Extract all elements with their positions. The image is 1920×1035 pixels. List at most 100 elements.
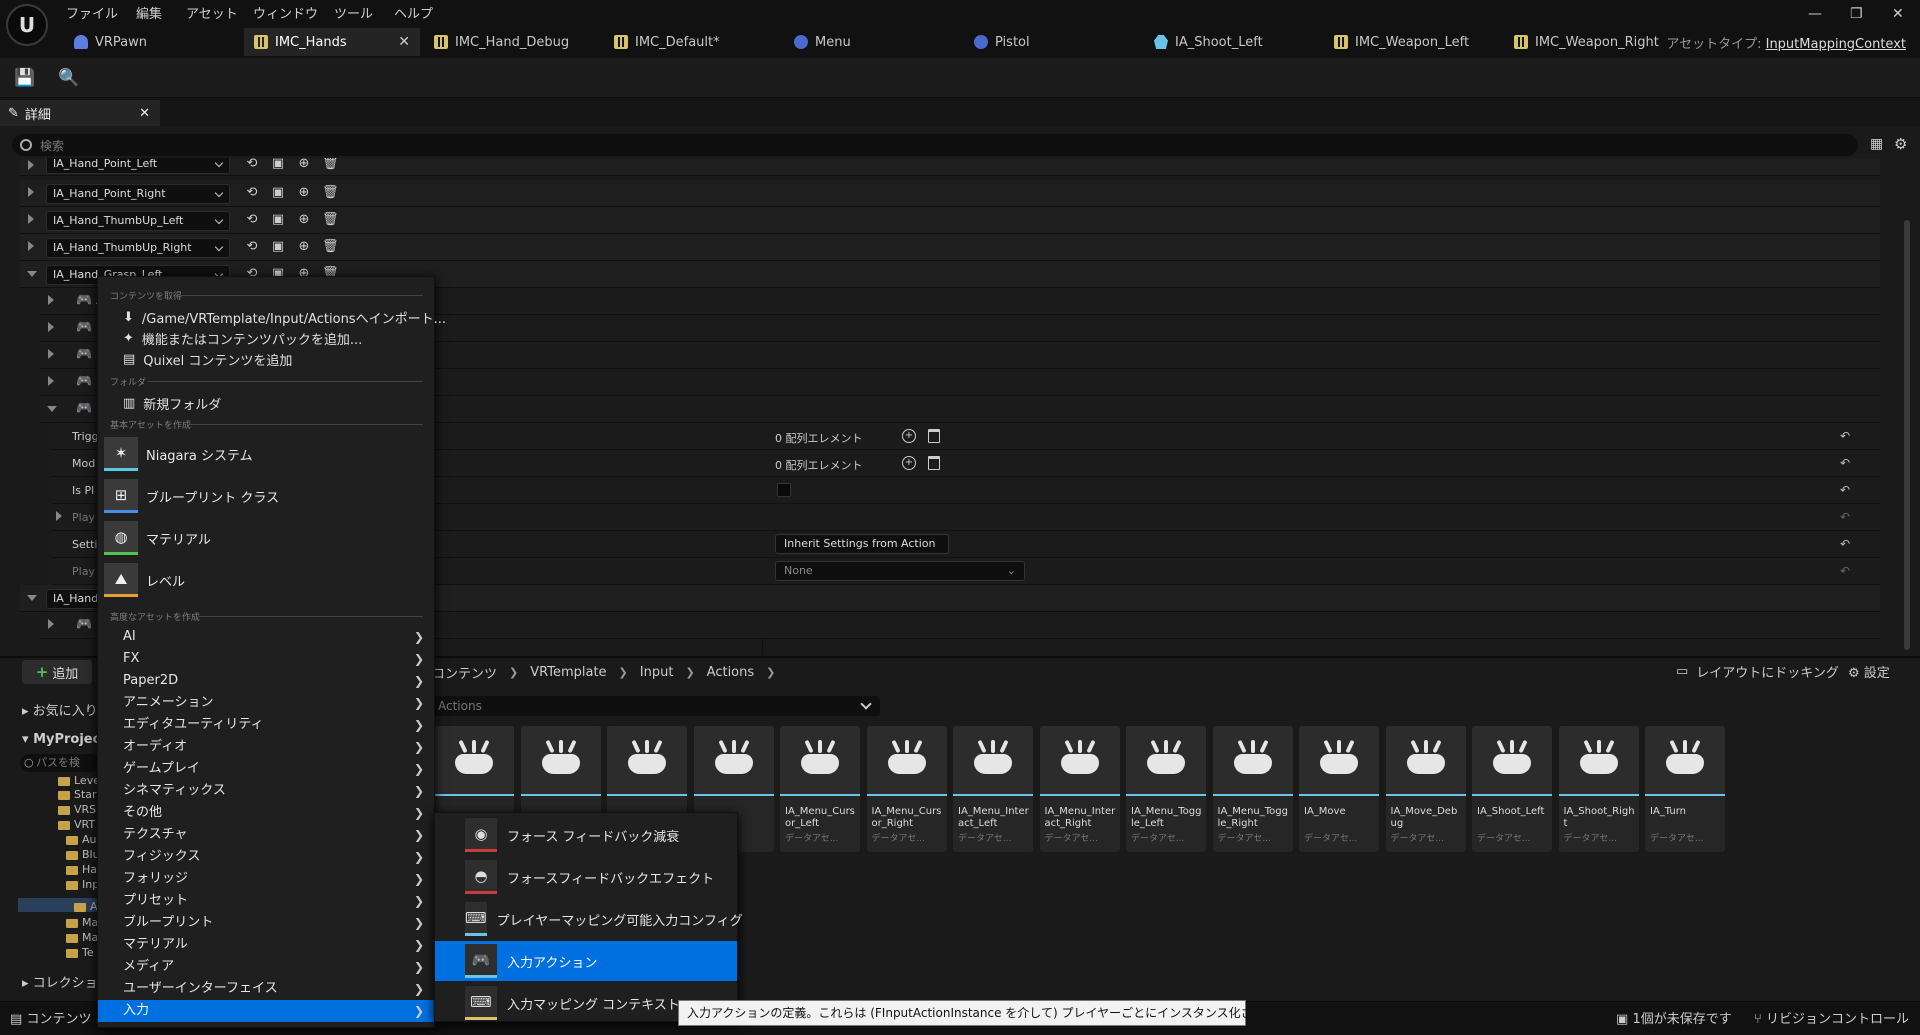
revision-control-button[interactable]: ⑂ リビジョンコントロール [1754, 1008, 1909, 1027]
add-button[interactable]: + 追加 [22, 660, 92, 684]
tab-imc-weapon-right[interactable]: IMC_Weapon_Right [1504, 28, 1680, 56]
player-mappable-config-item[interactable]: ⌨ プレイヤーマッピング可能入力コンフィグ [435, 899, 743, 939]
force-feedback-attenuation-item[interactable]: ◉ フォース フィードバック減衰 [435, 815, 737, 855]
delete-icon[interactable]: 🗑 [322, 185, 339, 200]
browse-asset-icon[interactable]: ▣ [270, 185, 286, 200]
browse-asset-icon[interactable]: ▣ [270, 239, 286, 254]
browse-asset-icon[interactable]: ▣ [270, 158, 286, 171]
menu-tools[interactable]: ツール [334, 3, 373, 22]
level-item[interactable]: ⛰ レベル [104, 561, 185, 599]
expand-icon[interactable] [56, 511, 62, 521]
menu-window[interactable]: ウィンドウ [253, 3, 318, 22]
reset-to-default-icon[interactable]: ↶ [1840, 483, 1850, 497]
category-item[interactable]: AI ❯ [98, 626, 434, 648]
expand-icon[interactable] [48, 349, 54, 359]
add-icon[interactable]: ⊕ [296, 239, 312, 254]
table-view-icon[interactable]: ▦ [1870, 136, 1883, 152]
expand-icon[interactable] [48, 322, 54, 332]
settings-button[interactable]: ⚙ 設定 [1848, 662, 1890, 681]
tree-folder[interactable]: Star [58, 788, 97, 801]
mapping-row[interactable]: IA_Hand_ThumbUp_Left ⟲ ▣ ⊕ 🗑 [20, 207, 1880, 234]
category-item[interactable]: FX ❯ [98, 648, 434, 670]
asset-tile[interactable]: IA_Menu_Toggle_Right データアセ... [1212, 726, 1293, 852]
asset-tile[interactable]: IA_Menu_Cursor_Right データアセ... [866, 726, 947, 852]
tree-folder[interactable]: Ha [66, 863, 97, 876]
quixel-item[interactable]: ▤ Quixel コンテンツを追加 [123, 350, 292, 369]
chevron-right-icon[interactable]: ❯ [685, 666, 694, 679]
delete-icon[interactable]: 🗑 [322, 239, 339, 254]
category-item[interactable]: シネマティックス ❯ [98, 780, 434, 802]
tree-folder[interactable]: Ma [66, 916, 98, 929]
category-item[interactable]: フォリッジ ❯ [98, 868, 434, 890]
chevron-right-icon[interactable]: ❯ [619, 666, 628, 679]
browse-icon[interactable]: 🔍 [57, 66, 81, 90]
category-item[interactable]: フィジックス ❯ [98, 846, 434, 868]
asset-tile[interactable]: IA_Menu_Toggle_Left データアセ... [1126, 726, 1206, 852]
tree-folder[interactable]: VRS [58, 803, 96, 816]
close-icon[interactable]: ✕ [139, 106, 150, 121]
category-item[interactable]: テクスチャ ❯ [98, 824, 434, 846]
tree-folder[interactable]: Au [66, 833, 97, 846]
path-search-input[interactable]: ○ パスを検 [20, 754, 100, 772]
category-item[interactable]: Paper2D ❯ [98, 670, 434, 692]
tree-folder[interactable]: Blu [66, 848, 100, 861]
gear-icon[interactable]: ⚙ [1894, 135, 1907, 153]
category-item[interactable]: エディタユーティリティ ❯ [98, 714, 434, 736]
minimize-icon[interactable]: — [1808, 6, 1822, 22]
chevron-right-icon[interactable]: ❯ [509, 666, 518, 679]
menu-edit[interactable]: 編集 [136, 3, 162, 22]
category-item[interactable]: ゲームプレイ ❯ [98, 758, 434, 780]
breadcrumb-item[interactable]: Actions [707, 665, 755, 680]
tab-imc-hands[interactable]: IMC_Hands ✕ [244, 28, 420, 56]
expand-icon[interactable] [48, 619, 54, 629]
reset-to-default-icon[interactable]: ↶ [1840, 537, 1850, 551]
category-item[interactable]: メディア ❯ [98, 956, 434, 978]
save-icon[interactable]: 💾 [13, 66, 37, 90]
material-item[interactable]: ◍ マテリアル [104, 519, 211, 557]
tab-menu[interactable]: Menu [784, 28, 960, 56]
tab-ia-shoot-left[interactable]: IA_Shoot_Left [1144, 28, 1320, 56]
category-item[interactable]: ブループリント ❯ [98, 912, 434, 934]
delete-icon[interactable] [928, 429, 940, 443]
delete-icon[interactable]: 🗑 [322, 158, 339, 171]
expand-icon[interactable] [28, 187, 34, 197]
expand-icon[interactable] [28, 160, 34, 170]
action-combo[interactable]: IA_Hand_ThumbUp_Left [46, 211, 230, 231]
menu-help[interactable]: ヘルプ [394, 3, 433, 22]
mapping-row[interactable]: IA_Hand_Point_Right ⟲ ▣ ⊕ 🗑 [20, 180, 1880, 207]
add-icon[interactable]: ⊕ [296, 158, 312, 171]
new-folder-item[interactable]: ▥ 新規フォルダ [123, 394, 221, 413]
asset-tile[interactable]: IA_Move データアセ... [1299, 726, 1379, 852]
tab-vrpawn[interactable]: VRPawn [64, 28, 244, 56]
add-feature-pack-item[interactable]: ✦ 機能またはコンテンツパックを追加... [123, 329, 362, 348]
asset-tile[interactable]: IA_Menu_Cursor_Left データアセ... [780, 726, 860, 852]
blueprint-class-item[interactable]: ⊞ ブループリント クラス [104, 477, 279, 515]
asset-type-link[interactable]: InputMappingContext [1766, 37, 1906, 52]
player-mappable-checkbox[interactable] [777, 483, 791, 497]
menu-asset[interactable]: アセット [186, 3, 238, 22]
breadcrumb-item[interactable]: コンテンツ [432, 663, 497, 682]
reset-to-default-icon[interactable]: ↶ [1840, 456, 1850, 470]
setting-behavior-combo[interactable]: Inherit Settings from Action ⌄ [775, 534, 949, 568]
browse-asset-icon[interactable]: ▣ [270, 212, 286, 227]
category-item[interactable]: オーディオ ❯ [98, 736, 434, 758]
restore-icon[interactable]: ❐ [1850, 6, 1863, 22]
category-item[interactable]: マテリアル ❯ [98, 934, 434, 956]
collapse-icon[interactable] [27, 595, 37, 601]
add-element-icon[interactable]: + [902, 429, 916, 443]
dock-in-layout-button[interactable]: ▭ レイアウトにドッキング [1676, 662, 1839, 681]
asset-tile[interactable]: IA_Shoot_Right データアセ... [1558, 726, 1639, 852]
tab-pistol[interactable]: Pistol [964, 28, 1140, 56]
expand-icon[interactable] [48, 376, 54, 386]
category-item[interactable]: プリセット ❯ [98, 890, 434, 912]
add-element-icon[interactable]: + [902, 456, 916, 470]
project-section[interactable]: ▾ MyProject [22, 732, 107, 747]
add-icon[interactable]: ⊕ [296, 185, 312, 200]
unsaved-button[interactable]: ▣ 1個が未保存です [1616, 1008, 1732, 1027]
chevron-right-icon[interactable]: ❯ [766, 666, 775, 679]
asset-search-input[interactable]: Actions [432, 696, 880, 716]
tree-folder[interactable]: Te [66, 946, 94, 959]
tree-folder-selected[interactable]: A [74, 900, 98, 913]
tree-folder[interactable]: Inp [66, 878, 99, 891]
action-combo[interactable]: IA_Hand_ThumbUp_Right [46, 238, 230, 258]
